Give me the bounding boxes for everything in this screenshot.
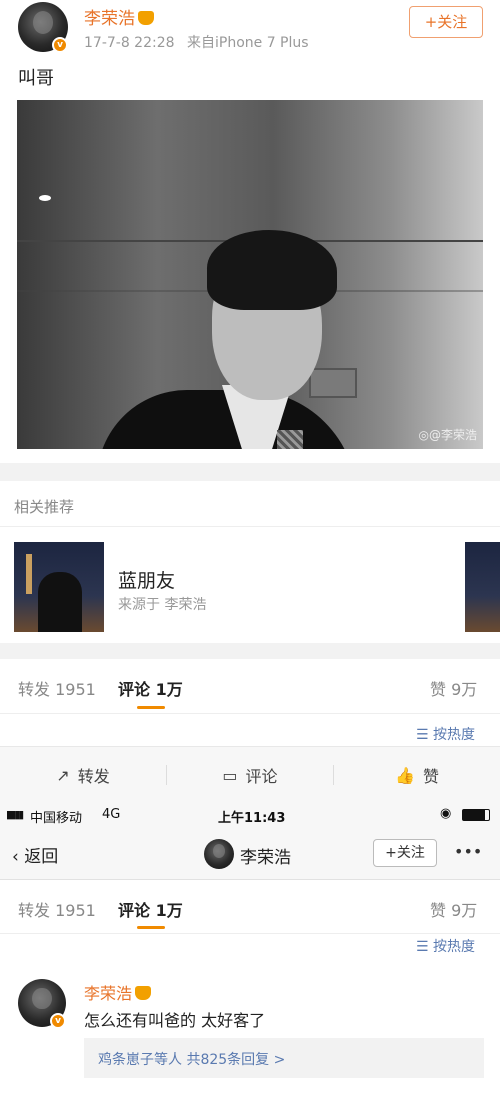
comment-replies-link[interactable]: 鸡条崽子等人 共825条回复 > (84, 1038, 484, 1078)
status-time: 上午11:43 (218, 811, 286, 826)
tab-like[interactable]: 赞 9万 (430, 897, 477, 921)
section-gap (0, 463, 500, 481)
like-label: 赞 (422, 767, 439, 786)
crown-icon (135, 986, 152, 1000)
photo-person-hair (207, 230, 337, 310)
verified-badge-icon: v (52, 37, 68, 53)
tab-comment-underline (137, 926, 165, 929)
comment-author-name-label: 李荣浩 (84, 984, 133, 1003)
photo-person-tie (277, 430, 303, 449)
repost-label: 转发 (77, 767, 110, 786)
related-section-title: 相关推荐 (14, 498, 75, 516)
post-meta: 17-7-8 22:28 来自iPhone 7 Plus (84, 32, 309, 52)
comment-replies-label: 鸡条崽子等人 共825条回复 > (98, 1052, 286, 1068)
related-item-title: 蓝朋友 (118, 570, 176, 592)
divider (0, 713, 500, 714)
photo-watermark-text: @李荣浩 (428, 428, 477, 442)
signal-icon: ▮▮▮▮ (6, 808, 24, 821)
repost-icon: ↗ (56, 765, 70, 785)
like-button[interactable]: 👍 赞 (334, 747, 500, 803)
section-gap (0, 643, 500, 659)
back-label: 返回 (24, 847, 59, 867)
tab-repost[interactable]: 转发 1951 (18, 676, 96, 700)
photo-ceiling-light (39, 195, 51, 201)
nav-bar: ‹ 返回 李荣浩 +关注 ••• (0, 828, 500, 880)
verified-badge-icon: v (50, 1013, 66, 1029)
post-text: 叫哥 (18, 68, 54, 89)
sort-icon: ☰ (416, 727, 429, 743)
post-photo[interactable]: ◎@李荣浩 (17, 100, 483, 449)
repost-button[interactable]: ↗ 转发 (0, 747, 166, 803)
more-icon[interactable]: ••• (454, 842, 482, 861)
battery-icon (462, 809, 490, 821)
related-item[interactable]: 蓝朋友 来源于 李荣浩 (14, 542, 484, 632)
lock-rotation-icon: ◉ (440, 806, 452, 821)
divider (0, 933, 500, 934)
sort-icon: ☰ (416, 939, 429, 955)
weibo-logo-icon: ◎ (418, 428, 429, 442)
network-type: 4G (102, 807, 121, 822)
status-bar: ▮▮▮▮ 中国移动 4G 上午11:43 ◉ (0, 802, 500, 828)
tab-comment[interactable]: 评论 1万 (118, 676, 183, 700)
tab-comment[interactable]: 评论 1万 (118, 897, 183, 921)
photo-watermark: ◎@李荣浩 (419, 426, 478, 443)
comment-text: 怎么还有叫爸的 太好客了 (84, 1011, 266, 1030)
sort-label: 按热度 (433, 939, 476, 955)
nav-avatar[interactable] (204, 839, 234, 869)
thumbnail-person (38, 572, 82, 632)
comment-label: 评论 (245, 767, 278, 786)
comment-author-name[interactable]: 李荣浩 (84, 980, 152, 1004)
sort-by-hot-button[interactable]: ☰ 按热度 (416, 936, 475, 956)
nav-title: 李荣浩 (240, 848, 291, 868)
action-bar: ↗ 转发 ▭ 评论 👍 赞 (0, 746, 500, 802)
sort-label: 按热度 (433, 727, 476, 743)
back-button[interactable]: ‹ 返回 (12, 842, 58, 867)
comment-button[interactable]: ▭ 评论 (167, 747, 333, 803)
post-author-name[interactable]: 李荣浩 (84, 4, 154, 29)
post-author-name-label: 李荣浩 (84, 9, 135, 29)
tab-repost[interactable]: 转发 1951 (18, 897, 96, 921)
chevron-left-icon: ‹ (12, 847, 19, 867)
photo-wall-switch (309, 368, 357, 398)
post-source: 来自iPhone 7 Plus (186, 35, 309, 51)
post-date: 17-7-8 22:28 (84, 35, 175, 51)
tab-comment-underline (137, 706, 165, 709)
sort-by-hot-button[interactable]: ☰ 按热度 (416, 724, 475, 744)
nav-follow-button[interactable]: +关注 (373, 839, 437, 867)
thumbs-up-icon: 👍 (395, 765, 415, 785)
thumbnail-tower (26, 554, 32, 594)
related-item-next-thumbnail[interactable] (465, 542, 500, 632)
follow-button[interactable]: +关注 (409, 6, 483, 38)
related-item-thumbnail (14, 542, 104, 632)
tab-like[interactable]: 赞 9万 (430, 676, 477, 700)
crown-icon (138, 11, 154, 25)
carrier-name: 中国移动 (30, 811, 83, 826)
divider (0, 526, 500, 527)
comment-icon: ▭ (222, 765, 238, 785)
related-item-source: 来源于 李荣浩 (118, 597, 207, 613)
